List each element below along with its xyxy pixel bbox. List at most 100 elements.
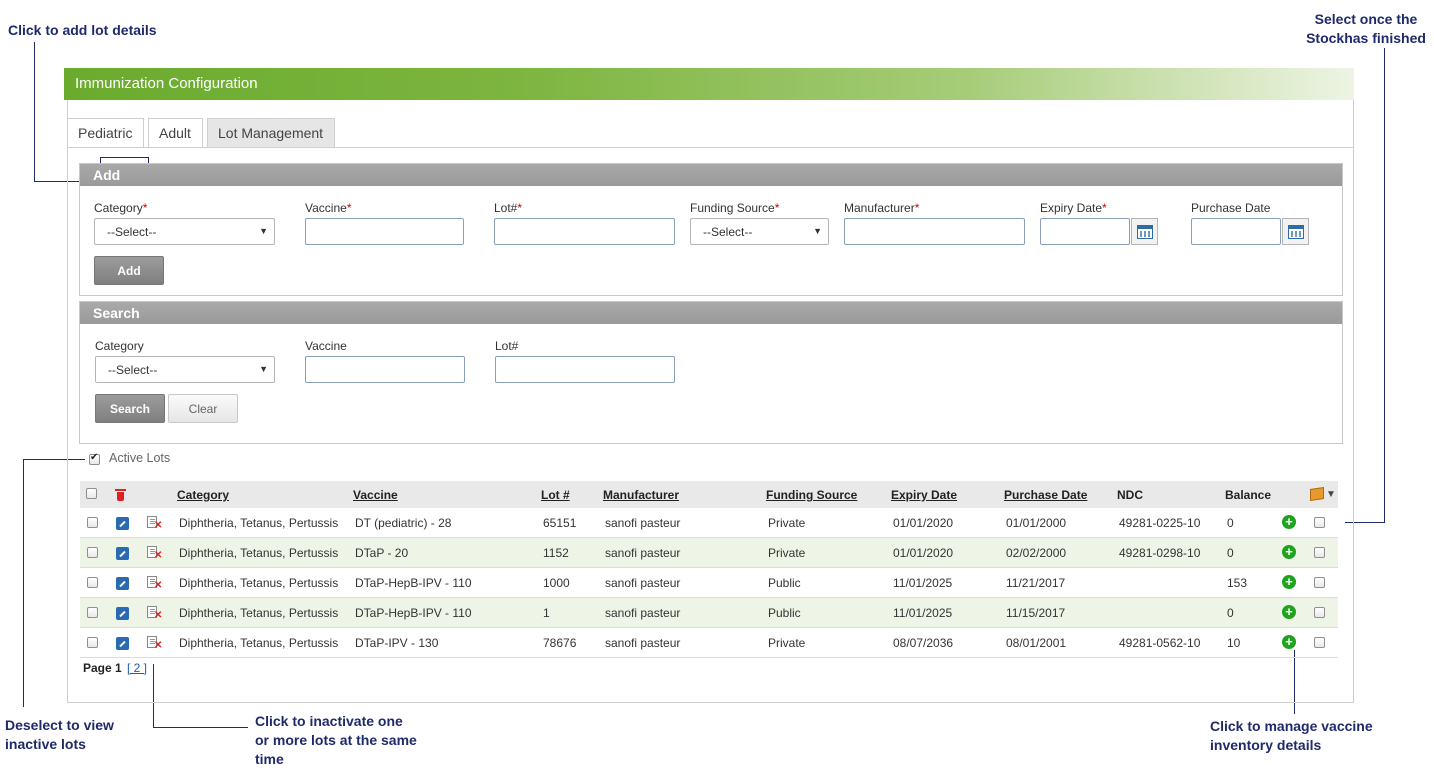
row-checkbox[interactable] bbox=[87, 547, 98, 558]
cell-expiry-date: 11/01/2025 bbox=[893, 576, 953, 590]
add-funding-source-select[interactable]: --Select-- ▼ bbox=[690, 218, 829, 245]
trash-icon[interactable] bbox=[115, 488, 126, 501]
page-title: Immunization Configuration bbox=[75, 75, 258, 92]
annotation-text: inventory details bbox=[1210, 737, 1322, 753]
add-inventory-icon[interactable]: + bbox=[1282, 605, 1296, 619]
cell-category: Diphtheria, Tetanus, Pertussis bbox=[179, 606, 339, 620]
row-checkbox[interactable] bbox=[87, 607, 98, 618]
chevron-down-icon: ▼ bbox=[259, 364, 268, 374]
stock-finished-checkbox[interactable] bbox=[1314, 547, 1325, 558]
stock-finished-checkbox[interactable] bbox=[1314, 517, 1325, 528]
required-mark: * bbox=[774, 201, 780, 215]
cell-funding-source: Public bbox=[768, 576, 801, 590]
cell-ndc: 49281-0225-10 bbox=[1119, 516, 1201, 530]
edit-icon[interactable] bbox=[116, 607, 129, 620]
inactivate-icon[interactable]: ✕ bbox=[147, 636, 162, 651]
add-purchase-date-input[interactable] bbox=[1191, 218, 1281, 245]
cell-category: Diphtheria, Tetanus, Pertussis bbox=[179, 636, 339, 650]
cell-balance: 10 bbox=[1227, 636, 1241, 650]
column-header-purchase-date[interactable]: Purchase Date bbox=[1004, 488, 1087, 502]
search-panel-title: Search bbox=[80, 302, 1342, 324]
required-mark: * bbox=[142, 201, 148, 215]
add-button[interactable]: Add bbox=[94, 256, 164, 285]
annotation-text: Stockhas finished bbox=[1306, 30, 1426, 46]
search-button[interactable]: Search bbox=[95, 394, 165, 423]
edit-icon[interactable] bbox=[116, 637, 129, 650]
add-vaccine-input[interactable] bbox=[305, 218, 464, 245]
add-lot-input[interactable] bbox=[494, 218, 675, 245]
edit-icon[interactable] bbox=[116, 547, 129, 560]
cell-vaccine: DTaP-HepB-IPV - 110 bbox=[355, 576, 472, 590]
edit-icon[interactable] bbox=[116, 577, 129, 590]
stock-finished-checkbox[interactable] bbox=[1314, 637, 1325, 648]
cell-funding-source: Public bbox=[768, 606, 801, 620]
stock-finished-checkbox[interactable] bbox=[1314, 577, 1325, 588]
inactivate-icon[interactable]: ✕ bbox=[147, 516, 162, 531]
tab-lot-management[interactable]: Lot Management bbox=[207, 118, 335, 147]
cell-expiry-date: 11/01/2025 bbox=[893, 606, 953, 620]
add-inventory-icon[interactable]: + bbox=[1282, 635, 1296, 649]
column-header-expiry-date[interactable]: Expiry Date bbox=[891, 488, 957, 502]
column-header-balance: Balance bbox=[1225, 488, 1272, 502]
purchase-date-label: Purchase Date bbox=[1191, 201, 1271, 215]
tab-adult[interactable]: Adult bbox=[148, 118, 203, 147]
pagination-next-link[interactable]: [ 2 ] bbox=[127, 661, 147, 675]
calendar-icon[interactable] bbox=[1131, 218, 1158, 245]
cell-manufacturer: sanofi pasteur bbox=[605, 576, 681, 590]
row-checkbox[interactable] bbox=[87, 637, 98, 648]
funding-source-label: Funding Source* bbox=[690, 201, 779, 215]
cell-manufacturer: sanofi pasteur bbox=[605, 516, 681, 530]
add-inventory-icon[interactable]: + bbox=[1282, 515, 1296, 529]
inactivate-icon[interactable]: ✕ bbox=[147, 546, 162, 561]
select-value: --Select-- bbox=[107, 225, 157, 239]
edit-icon[interactable] bbox=[116, 517, 129, 530]
cell-funding-source: Private bbox=[768, 546, 806, 560]
stock-box-icon[interactable] bbox=[1310, 487, 1324, 501]
column-header-vaccine[interactable]: Vaccine bbox=[353, 488, 398, 502]
expiry-date-label: Expiry Date* bbox=[1040, 201, 1107, 215]
column-header-funding-source[interactable]: Funding Source bbox=[766, 488, 857, 502]
label-text: Manufacturer bbox=[844, 201, 915, 215]
label-text: Vaccine bbox=[305, 201, 347, 215]
pagination-label: Page bbox=[83, 661, 112, 675]
active-lots-checkbox[interactable] bbox=[89, 452, 100, 465]
cell-vaccine: DT (pediatric) - 28 bbox=[355, 516, 452, 530]
cell-manufacturer: sanofi pasteur bbox=[605, 606, 681, 620]
cell-expiry-date: 01/01/2020 bbox=[893, 546, 954, 560]
calendar-icon[interactable] bbox=[1282, 218, 1309, 245]
cell-category: Diphtheria, Tetanus, Pertussis bbox=[179, 546, 339, 560]
vaccine-label: Vaccine* bbox=[305, 201, 351, 215]
add-inventory-icon[interactable]: + bbox=[1282, 545, 1296, 559]
column-header-category[interactable]: Category bbox=[177, 488, 229, 502]
cell-purchase-date: 08/01/2001 bbox=[1006, 636, 1067, 650]
search-category-select[interactable]: --Select-- ▼ bbox=[95, 356, 275, 383]
lot-label: Lot#* bbox=[494, 201, 522, 215]
add-expiry-date-input[interactable] bbox=[1040, 218, 1130, 245]
row-checkbox[interactable] bbox=[87, 577, 98, 588]
select-value: --Select-- bbox=[108, 363, 158, 377]
cell-expiry-date: 01/01/2020 bbox=[893, 516, 954, 530]
select-all-checkbox[interactable] bbox=[86, 488, 97, 499]
clear-button[interactable]: Clear bbox=[168, 394, 238, 423]
inactivate-icon[interactable]: ✕ bbox=[147, 576, 162, 591]
table-header bbox=[80, 481, 1338, 508]
add-category-select[interactable]: --Select-- ▼ bbox=[94, 218, 275, 245]
required-mark: * bbox=[517, 201, 523, 215]
search-vaccine-input[interactable] bbox=[305, 356, 465, 383]
cell-purchase-date: 11/15/2017 bbox=[1006, 606, 1066, 620]
column-header-manufacturer[interactable]: Manufacturer bbox=[603, 488, 679, 502]
stock-finished-checkbox[interactable] bbox=[1314, 607, 1325, 618]
search-lot-input[interactable] bbox=[495, 356, 675, 383]
page-header: Immunization Configuration bbox=[64, 68, 1354, 100]
add-manufacturer-input[interactable] bbox=[844, 218, 1025, 245]
tab-pediatric[interactable]: Pediatric bbox=[67, 118, 144, 147]
cell-category: Diphtheria, Tetanus, Pertussis bbox=[179, 516, 339, 530]
inactivate-icon[interactable]: ✕ bbox=[147, 606, 162, 621]
column-header-lot[interactable]: Lot # bbox=[541, 488, 570, 502]
search-vaccine-label: Vaccine bbox=[305, 339, 347, 353]
sort-down-icon[interactable]: ▼ bbox=[1326, 489, 1336, 500]
add-inventory-icon[interactable]: + bbox=[1282, 575, 1296, 589]
row-checkbox[interactable] bbox=[87, 517, 98, 528]
cell-manufacturer: sanofi pasteur bbox=[605, 546, 681, 560]
cell-lot: 1 bbox=[543, 606, 550, 620]
